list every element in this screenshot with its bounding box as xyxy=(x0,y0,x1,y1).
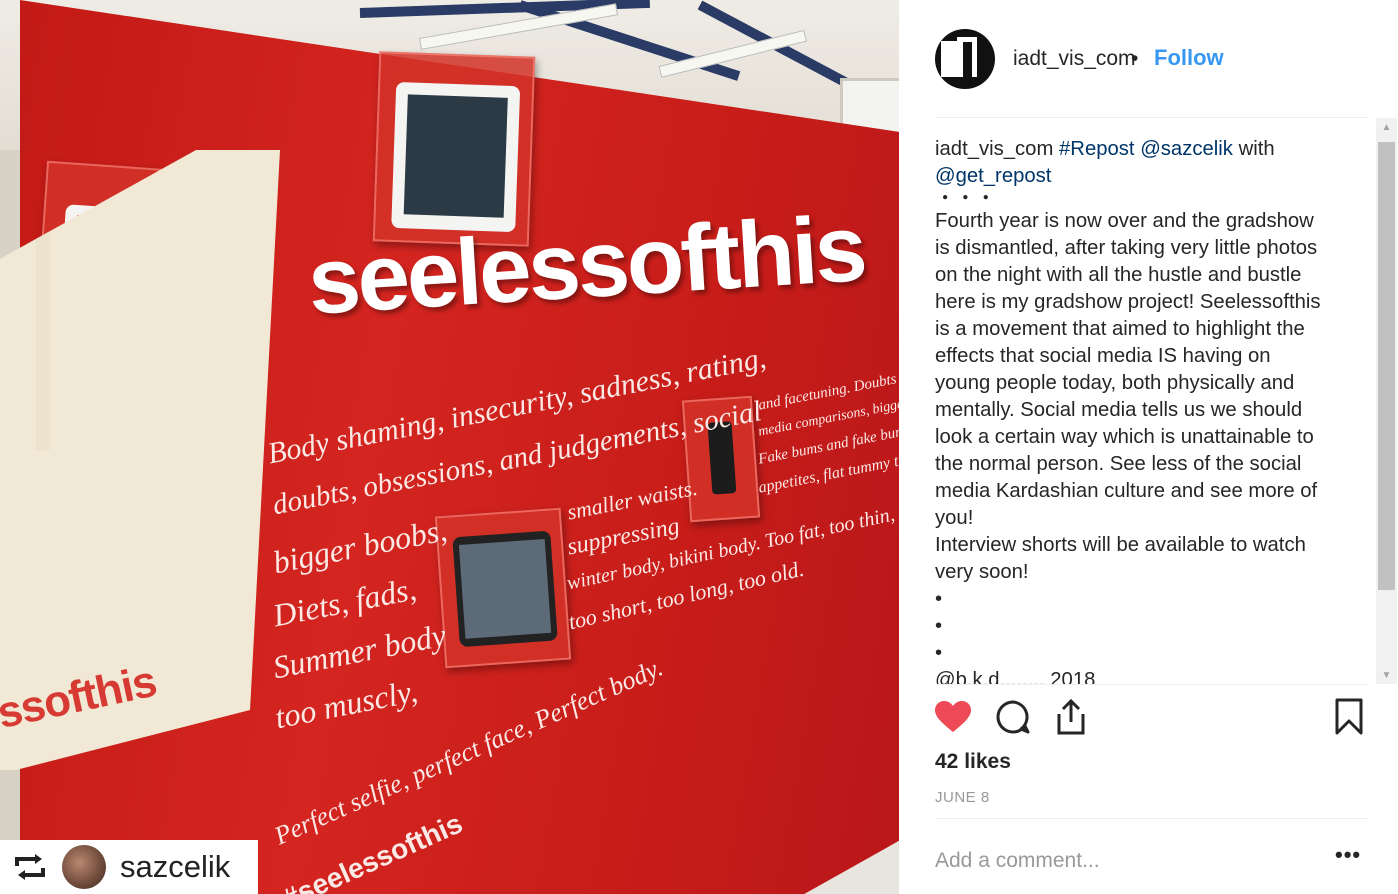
caption-line: the normal person. See less of the socia… xyxy=(935,453,1302,475)
caption-line: iadt_vis_com #Repost @sazcelik with xyxy=(935,136,1335,163)
follow-button[interactable]: Follow xyxy=(1154,45,1224,71)
separator: • xyxy=(1131,47,1139,70)
post-photo[interactable]: seelessofthis Body shaming, insecurity, … xyxy=(0,0,899,894)
caption-text: with xyxy=(1238,138,1275,160)
caption-mention[interactable]: @get_repost xyxy=(935,163,1335,190)
comment-icon xyxy=(996,700,1030,734)
comment-input[interactable] xyxy=(935,845,1295,877)
caption-line: young people today, both physically and xyxy=(935,372,1295,394)
caption-line: very soon! xyxy=(935,561,1029,583)
caption-line: mentally. Social media tells us we shoul… xyxy=(935,399,1303,421)
caption-line: Fourth year is now over and the gradshow xyxy=(935,210,1314,232)
bookmark-icon xyxy=(1335,698,1363,735)
caption-line: media Kardashian culture and see more of xyxy=(935,480,1318,502)
caption-line: look a certain way which is unattainable… xyxy=(935,426,1314,448)
caption-line: • xyxy=(935,642,943,664)
repost-icon xyxy=(12,849,48,885)
post-header: iadt_vis_com • Follow xyxy=(899,0,1398,118)
post-panel: iadt_vis_com • Follow iadt_vis_com #Repo… xyxy=(899,0,1398,894)
caption-line: is a movement that aimed to highlight th… xyxy=(935,318,1305,340)
comment-button[interactable] xyxy=(993,697,1033,737)
divider xyxy=(935,684,1369,685)
heart-icon xyxy=(935,701,971,732)
tablet-screen xyxy=(403,94,508,218)
caption-scrollbar[interactable]: ▲ ▼ xyxy=(1376,118,1397,684)
share-button[interactable] xyxy=(1051,697,1091,737)
action-bar xyxy=(933,697,1363,741)
divider xyxy=(935,818,1369,819)
display-frame xyxy=(434,507,572,669)
caption-line: @b.k.d........ 2018 xyxy=(935,669,1096,684)
repost-tag[interactable]: sazcelik xyxy=(0,840,258,894)
caption-line: is dismantled, after taking very little … xyxy=(935,237,1318,259)
avatar[interactable] xyxy=(935,29,995,89)
caption-username[interactable]: iadt_vis_com xyxy=(935,138,1053,160)
caption-mention[interactable]: @sazcelik xyxy=(1140,138,1233,160)
scroll-thumb[interactable] xyxy=(1378,142,1395,590)
more-options-icon[interactable]: ••• xyxy=(1335,844,1365,875)
caption-line: effects that social media IS having on xyxy=(935,345,1271,367)
save-button[interactable] xyxy=(1329,697,1369,737)
caption-dots: ・・・ xyxy=(935,188,996,210)
caption-line: • xyxy=(935,588,943,610)
logo-mark xyxy=(957,37,977,77)
caption-line: on the night with all the hustle and bus… xyxy=(935,264,1302,286)
bag-text: essofthis xyxy=(0,656,161,743)
caption-hashtag[interactable]: #Repost xyxy=(1059,138,1135,160)
share-icon xyxy=(1057,698,1085,735)
likes-count[interactable]: 42 likes xyxy=(935,750,1011,774)
caption-line: Interview shorts will be available to wa… xyxy=(935,534,1306,556)
tablet xyxy=(452,530,558,648)
caption-line: here is my gradshow project! Seelessofth… xyxy=(935,291,1321,313)
avatar xyxy=(62,845,106,889)
scroll-down-arrow-icon[interactable]: ▼ xyxy=(1376,666,1397,684)
scroll-up-arrow-icon[interactable]: ▲ xyxy=(1376,118,1397,136)
caption-line: • xyxy=(935,615,943,637)
post-date[interactable]: JUNE 8 xyxy=(935,789,990,806)
like-button[interactable] xyxy=(933,697,973,737)
header-username[interactable]: iadt_vis_com xyxy=(1013,47,1136,71)
caption-line: you! xyxy=(935,507,974,529)
caption: iadt_vis_com #Repost @sazcelik with @get… xyxy=(935,136,1335,684)
tablet xyxy=(391,81,521,233)
repost-username: sazcelik xyxy=(120,849,231,884)
tablet-screen xyxy=(458,538,552,639)
divider xyxy=(935,117,1369,118)
